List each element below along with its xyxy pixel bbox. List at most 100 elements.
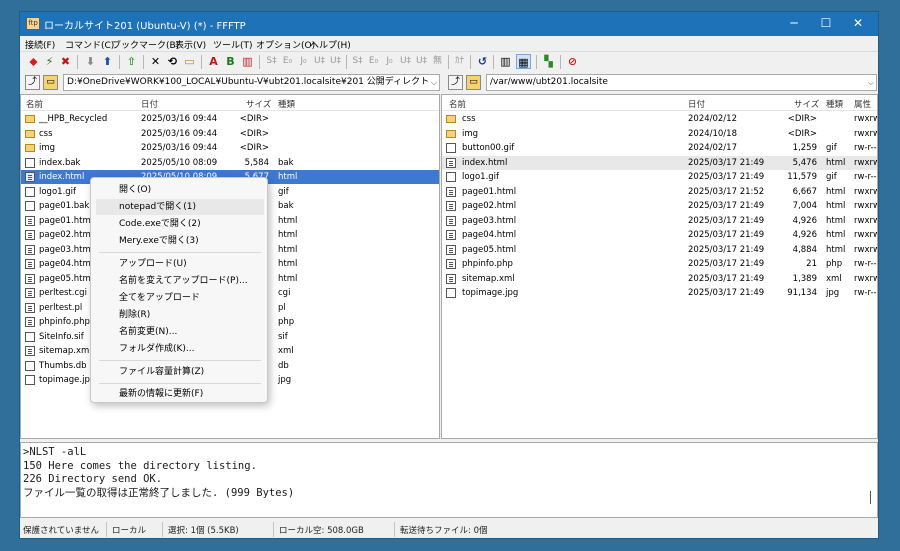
file-attr: rwxrw [854,201,878,211]
file-name: topimage.jpg [39,375,96,385]
local-path-input[interactable]: D:¥OneDrive¥WORK¥100_LOCAL¥Ubuntu-V¥ubt2… [63,74,440,91]
local-open-folder-icon[interactable]: ▭ [43,75,58,90]
col-attr[interactable]: 属性 [854,98,871,110]
list-view-icon[interactable]: ▥ [498,54,513,69]
kanji-utf8bom-icon[interactable]: U‡ [328,54,343,69]
col-type[interactable]: 種類 [278,98,295,110]
chevron-down-icon[interactable]: ⌵ [431,75,437,90]
chevron-down-icon[interactable]: ⌵ [868,75,874,90]
menu-item-calc-size[interactable]: ファイル容量計算(Z) [96,364,264,380]
menu-bookmark[interactable]: ブックマーク(B) [112,38,179,51]
local-utf8-icon[interactable]: U‡ [398,54,413,69]
rename-icon[interactable]: ⟲ [165,54,180,69]
col-size[interactable]: サイズ [794,98,819,110]
detail-view-icon[interactable]: ▦ [516,54,531,69]
remote-up-folder-icon[interactable]: ⤴ [448,75,463,90]
menu-help[interactable]: ヘルプ(H) [310,38,351,51]
col-size[interactable]: サイズ [246,98,271,110]
mirror-upload-icon[interactable]: ⇧ [124,54,139,69]
path-bar: ⤴ ▭ D:¥OneDrive¥WORK¥100_LOCAL¥Ubuntu-V¥… [20,73,878,93]
table-row[interactable]: __HPB_Recycled 2025/03/16 09:44 <DIR> [21,112,439,126]
binary-mode-icon[interactable]: B [223,54,238,69]
menu-item-delete[interactable]: 削除(R) [96,307,264,323]
local-utf8bom-icon[interactable]: U‡ [414,54,429,69]
menu-command[interactable]: コマンド(C) [65,38,114,51]
menu-item-upload-all[interactable]: 全てをアップロード [96,290,264,306]
local-jis-icon[interactable]: J₀ [382,54,397,69]
table-row[interactable]: img 2025/03/16 09:44 <DIR> [21,141,439,155]
disconnect-icon[interactable]: ✖ [58,54,73,69]
table-row[interactable]: page02.html 2025/03/17 21:49 7,004 html rwxr… [442,199,877,213]
file-attr: rwxrw [854,186,878,197]
local-sjis-icon[interactable]: S‡ [350,54,365,69]
table-row[interactable]: page03.html 2025/03/17 21:49 4,926 html rwxr… [442,214,877,228]
kanji-jis-icon[interactable]: J₀ [296,54,311,69]
file-attr: rw-r-- [854,172,877,182]
download-icon[interactable]: ⬇ [83,54,98,69]
table-row[interactable]: page05.html 2025/03/17 21:49 4,884 html rwxr… [442,243,877,257]
col-date[interactable]: 日付 [688,98,705,110]
title-bar[interactable]: ftp ローカルサイト201 (Ubuntu-V) (*) - FFFTP ─ … [20,12,878,36]
abort-icon[interactable]: ⊘ [565,54,580,69]
table-row[interactable]: index.html 2025/03/17 21:49 5,476 html rwxrw [442,155,877,170]
table-row[interactable]: logo1.gif 2025/03/17 21:49 11,579 gif rw-r-- [442,170,877,184]
menu-item-mkdir[interactable]: フォルダ作成(K)... [96,341,264,357]
menu-item-upload[interactable]: アップロード(U) [96,256,264,272]
maximize-button[interactable]: ☐ [810,12,842,36]
kanji-sjis-icon[interactable]: S‡ [264,54,279,69]
quick-connect-icon[interactable]: ⚡ [42,54,57,69]
table-row[interactable]: img 2024/10/18 <DIR> rwxrw [442,127,877,141]
table-row[interactable]: css 2025/03/16 09:44 <DIR> [21,127,439,141]
menu-item-open-code[interactable]: Code.exeで開く(2) [96,216,264,232]
file-date: 2025/03/17 21:52 [688,186,765,197]
no-convert-icon[interactable]: 無 [430,54,445,69]
upload-icon[interactable]: ⬆ [100,54,115,69]
table-row[interactable]: page01.html 2025/03/17 21:52 6,667 html rwxr… [442,185,877,199]
file-name: css [39,128,53,139]
menu-item-open-mery[interactable]: Mery.exeで開く(3) [96,233,264,249]
menu-connect[interactable]: 接続(F) [25,38,55,51]
log-panel[interactable]: >NLST -alL 150 Here comes the directory … [20,442,878,518]
table-row[interactable]: phpinfo.php 2025/03/17 21:49 21 php rw-r-- [442,257,877,271]
table-row[interactable]: topimage.jpg 2025/03/17 21:49 91,134 jpg rw-… [442,286,877,300]
auto-mode-icon[interactable]: ▥ [240,54,255,69]
col-type[interactable]: 種類 [826,98,843,110]
table-row[interactable]: page04.html 2025/03/17 21:49 4,926 html rwxr… [442,228,877,242]
menu-item-open-notepad[interactable]: notepadで開く(1) [96,199,264,215]
table-row[interactable]: index.bak 2025/05/10 08:09 5,584 bak [21,156,439,170]
new-folder-icon[interactable]: ▭ [182,54,197,69]
remote-file-list[interactable]: 名前 日付 サイズ 種類 属性 css 2024/02/12 <DIR> rwxrw i… [441,94,878,439]
table-row[interactable]: sitemap.xml 2025/03/17 21:49 1,389 xml rwxrw [442,272,877,286]
refresh-icon[interactable]: ↺ [475,54,490,69]
col-date[interactable]: 日付 [141,98,158,110]
col-name[interactable]: 名前 [449,98,466,110]
minimize-button[interactable]: ─ [778,12,810,36]
menu-view[interactable]: 表示(V) [175,38,206,51]
ascii-mode-icon[interactable]: A [206,54,221,69]
menu-tools[interactable]: ツール(T) [213,38,253,51]
menu-item-rename[interactable]: 名前変更(N)... [96,324,264,340]
sync-dir-icon[interactable]: ▚ [541,54,556,69]
table-row[interactable]: css 2024/02/12 <DIR> rwxrw [442,112,877,126]
delete-icon[interactable]: ✕ [148,54,163,69]
kanji-utf8-icon[interactable]: U‡ [312,54,327,69]
menu-item-open[interactable]: 開く(O) [96,182,264,198]
file-icon [446,259,456,269]
kana-convert-icon[interactable]: ｶﾅ [452,54,467,69]
remote-open-folder-icon[interactable]: ▭ [466,75,481,90]
file-icon [446,273,456,284]
ffftp-icon: ftp [26,17,40,30]
file-date: 2025/03/16 09:44 [141,114,218,124]
col-name[interactable]: 名前 [26,98,43,110]
kanji-euc-icon[interactable]: E₀ [280,54,295,69]
connect-icon[interactable]: ⬥ [26,54,41,69]
remote-path-input[interactable]: /var/www/ubt201.localsite ⌵ [486,74,877,91]
table-row[interactable]: button00.gif 2024/02/17 1,259 gif rw-r-- [442,141,877,155]
file-icon [25,375,35,385]
menu-options[interactable]: オプション(O) [256,38,315,51]
close-button[interactable]: ✕ [842,12,874,36]
local-up-folder-icon[interactable]: ⤴ [25,75,40,90]
local-euc-icon[interactable]: E₀ [366,54,381,69]
menu-item-upload-rename[interactable]: 名前を変えてアップロード(P)... [96,273,264,289]
menu-item-refresh[interactable]: 最新の情報に更新(F) [96,386,264,402]
